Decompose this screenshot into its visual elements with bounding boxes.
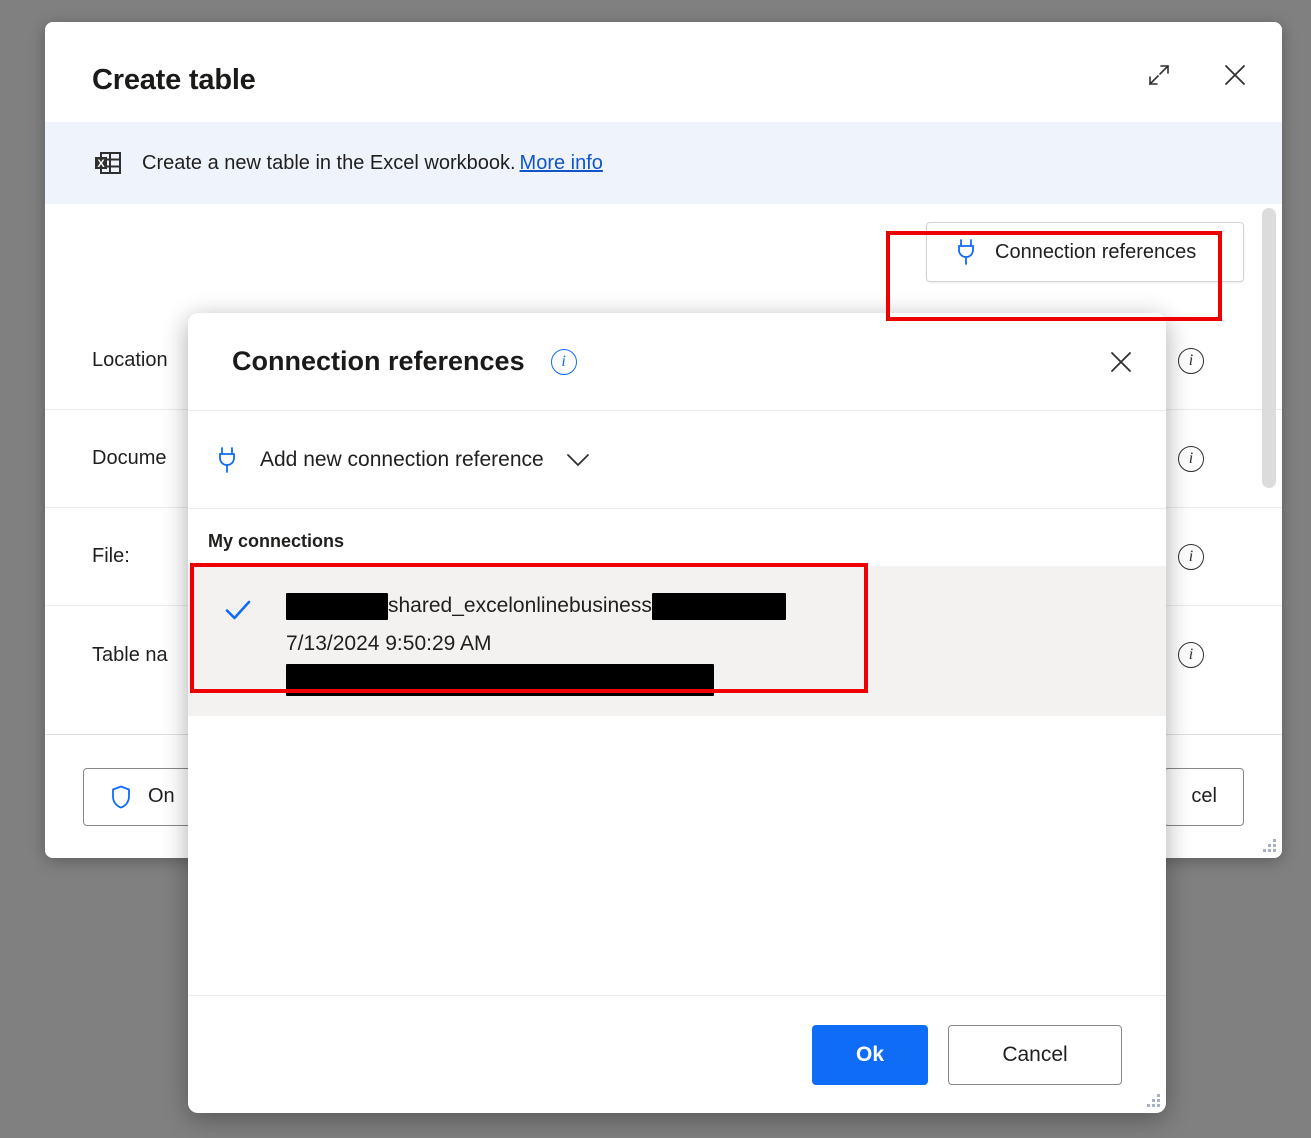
add-new-connection-reference-label: Add new connection reference bbox=[260, 447, 544, 471]
info-banner: X Create a new table in the Excel workbo… bbox=[45, 122, 1282, 204]
scrollbar-track[interactable] bbox=[1262, 208, 1276, 810]
dialog-resize-grip[interactable] bbox=[1142, 1089, 1160, 1107]
page-title: Create table bbox=[92, 64, 256, 96]
connection-references-label: Connection references bbox=[995, 240, 1197, 263]
info-icon-file[interactable]: i bbox=[1178, 543, 1204, 570]
connections-group-title: My connections bbox=[208, 531, 345, 551]
redacted-suffix bbox=[651, 592, 786, 620]
connection-detail bbox=[286, 664, 786, 696]
main-cancel-label: cel bbox=[1191, 785, 1217, 807]
info-icon-location[interactable]: i bbox=[1178, 347, 1204, 374]
header-actions bbox=[1142, 58, 1252, 92]
form-label-location: Location bbox=[92, 349, 168, 371]
dialog-footer: Ok Cancel bbox=[188, 995, 1166, 1113]
chevron-down-icon bbox=[566, 453, 589, 466]
info-icon-table-name[interactable]: i bbox=[1178, 642, 1204, 668]
connection-name: shared_excelonlinebusiness bbox=[286, 588, 786, 624]
window-header: Create table bbox=[45, 22, 1282, 122]
svg-text:X: X bbox=[97, 158, 105, 170]
form-label-file: File: bbox=[92, 545, 130, 567]
shield-icon bbox=[112, 785, 130, 808]
check-icon bbox=[225, 600, 251, 620]
close-icon bbox=[1111, 352, 1131, 372]
excel-table-icon: X bbox=[95, 152, 121, 174]
connections-list: shared_excelonlinebusiness 7/13/2024 9:5… bbox=[188, 566, 1166, 716]
close-button[interactable] bbox=[1218, 58, 1252, 92]
on-behalf-of-label: On bbox=[148, 785, 175, 807]
main-cancel-button[interactable]: cel bbox=[1164, 767, 1244, 826]
dialog-title: Connection references bbox=[232, 346, 525, 376]
ok-button[interactable]: Ok bbox=[812, 1024, 928, 1085]
add-new-connection-reference-button[interactable]: Add new connection reference bbox=[188, 411, 1166, 509]
expand-icon bbox=[1149, 65, 1169, 85]
form-label-document-library: Docume bbox=[92, 447, 167, 469]
info-icon-document-library[interactable]: i bbox=[1178, 445, 1204, 472]
plug-icon bbox=[958, 239, 974, 265]
window-resize-grip[interactable] bbox=[1258, 834, 1276, 852]
list-item[interactable]: shared_excelonlinebusiness 7/13/2024 9:5… bbox=[188, 566, 1166, 716]
redacted-prefix bbox=[286, 592, 388, 620]
dialog-header: Connection references i bbox=[188, 313, 1166, 411]
connection-timestamp: 7/13/2024 9:50:29 AM bbox=[286, 632, 492, 655]
dialog-info-icon[interactable]: i bbox=[550, 348, 577, 375]
connection-references-button[interactable]: Connection references bbox=[926, 222, 1244, 282]
on-behalf-of-button[interactable]: On bbox=[83, 767, 202, 826]
close-icon bbox=[1225, 65, 1245, 85]
form-label-table-name: Table na bbox=[92, 643, 168, 666]
connection-references-dialog: Connection references i Add new connecti… bbox=[188, 313, 1166, 1113]
cancel-button[interactable]: Cancel bbox=[948, 1024, 1122, 1085]
connection-name-visible: shared_excelonlinebusiness bbox=[388, 594, 652, 617]
scrollbar-thumb[interactable] bbox=[1262, 208, 1276, 488]
banner-text: Create a new table in the Excel workbook… bbox=[142, 151, 516, 174]
list-item-lines: shared_excelonlinebusiness 7/13/2024 9:5… bbox=[286, 588, 786, 696]
plug-icon bbox=[219, 446, 235, 473]
expand-button[interactable] bbox=[1142, 58, 1176, 92]
dialog-close-button[interactable] bbox=[1104, 345, 1138, 379]
more-info-link[interactable]: More info bbox=[520, 152, 603, 175]
redacted-detail bbox=[286, 664, 714, 696]
